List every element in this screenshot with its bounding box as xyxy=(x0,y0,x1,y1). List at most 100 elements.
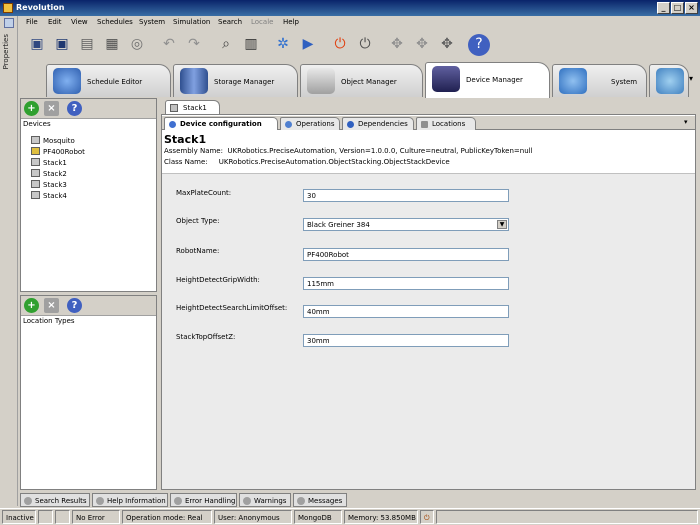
power-icon[interactable]: ⏻ xyxy=(354,33,376,57)
robotname-input[interactable] xyxy=(303,248,509,261)
height-detect-grip-width-input[interactable] xyxy=(303,277,509,290)
tree-item-pf400robot[interactable]: PF400Robot xyxy=(31,147,85,158)
field-label-height-detect-search-limit-offset: HeightDetectSearchLimitOffset: xyxy=(176,304,288,312)
menu-locale[interactable]: Locale xyxy=(251,18,273,26)
tab-system[interactable]: System xyxy=(552,64,647,97)
status-light-icon xyxy=(55,510,70,524)
remove-device-button[interactable]: × xyxy=(44,101,59,116)
device-icon xyxy=(31,180,40,188)
save-all-icon[interactable]: ▣ xyxy=(51,33,73,57)
barcode-icon[interactable]: ▥ xyxy=(240,33,262,57)
device-icon xyxy=(31,169,40,177)
title-bar: Revolution _ □ × xyxy=(0,0,700,16)
menu-file[interactable]: File xyxy=(26,18,38,26)
tab-storage-manager[interactable]: Storage Manager xyxy=(173,64,298,97)
status-mode: Operation mode: Real xyxy=(122,510,212,524)
tab-overflow-icon[interactable]: ▾ xyxy=(689,74,693,83)
window-title: Revolution xyxy=(16,3,65,12)
tab-error-handling[interactable]: Error Handling xyxy=(170,493,237,507)
stack-top-offset-z-input[interactable] xyxy=(303,334,509,347)
location-help-button[interactable]: ? xyxy=(67,298,82,313)
search-icon xyxy=(24,497,32,505)
help-icon[interactable]: ? xyxy=(468,34,490,56)
menu-search[interactable]: Search xyxy=(218,18,242,26)
tab-device-configuration[interactable]: Device configuration xyxy=(164,117,278,130)
storage-manager-icon xyxy=(180,68,208,94)
devices-help-button[interactable]: ? xyxy=(67,101,82,116)
tree-item-stack2[interactable]: Stack2 xyxy=(31,169,67,180)
dependencies-icon xyxy=(347,121,354,128)
system-icon xyxy=(559,68,587,94)
menu-help[interactable]: Help xyxy=(283,18,299,26)
menu-schedules[interactable]: Schedules xyxy=(97,18,133,26)
tab-operations[interactable]: Operations xyxy=(280,117,340,130)
height-detect-search-limit-offset-input[interactable] xyxy=(303,305,509,318)
error-icon xyxy=(174,497,182,505)
config-tabs: Device configuration Operations Dependen… xyxy=(162,116,695,130)
tree-item-mosquito[interactable]: Mosquito xyxy=(31,136,75,147)
chevron-down-icon[interactable]: ▼ xyxy=(497,220,507,229)
module-tabs: Schedule Editor Storage Manager Object M… xyxy=(18,62,700,98)
field-label-height-detect-grip-width: HeightDetectGripWidth: xyxy=(176,276,260,284)
tab-more[interactable] xyxy=(649,64,689,97)
move3-icon[interactable]: ✥ xyxy=(436,33,458,57)
tab-messages[interactable]: Messages xyxy=(293,493,347,507)
status-empty xyxy=(436,510,698,524)
location-types-panel: + × ? Location Types xyxy=(20,295,157,490)
assembly-name: Assembly Name: UKRobotics.PreciseAutomat… xyxy=(164,147,533,155)
tab-dependencies[interactable]: Dependencies xyxy=(342,117,414,130)
tree-item-stack4[interactable]: Stack4 xyxy=(31,191,67,202)
device-editor: Stack1 Device configuration Operations D… xyxy=(160,100,697,490)
move2-icon[interactable]: ✥ xyxy=(411,33,433,57)
stop-icon[interactable]: ⏻ xyxy=(329,33,351,57)
device-manager-icon xyxy=(432,66,460,92)
add-device-button[interactable]: + xyxy=(24,101,39,116)
print-preview-icon[interactable]: ◎ xyxy=(126,33,148,57)
tab-device-manager[interactable]: Device Manager xyxy=(425,62,550,98)
print-icon[interactable]: ▦ xyxy=(101,33,123,57)
properties-icon xyxy=(4,18,14,28)
maxplatecount-input[interactable] xyxy=(303,189,509,202)
menu-view[interactable]: View xyxy=(71,18,88,26)
tab-schedule-editor[interactable]: Schedule Editor xyxy=(46,64,171,97)
power-icon[interactable]: ⏻ xyxy=(420,510,434,524)
maximize-button[interactable]: □ xyxy=(671,2,684,14)
app-icon xyxy=(3,3,13,13)
play-icon[interactable]: ▶ xyxy=(297,33,319,57)
tab-locations[interactable]: Locations xyxy=(416,117,476,130)
move-icon[interactable]: ✥ xyxy=(386,33,408,57)
save-icon[interactable]: ▣ xyxy=(26,33,48,57)
tab-help-information[interactable]: Help Information xyxy=(92,493,168,507)
object-manager-icon xyxy=(307,68,335,94)
tree-item-stack3[interactable]: Stack3 xyxy=(31,180,67,191)
devices-panel: + × ? Devices Mosquito PF400Robot Stack1… xyxy=(20,98,157,292)
tab-stack1-document[interactable]: Stack1 xyxy=(165,100,220,114)
run-icon[interactable]: ✲ xyxy=(272,33,294,57)
properties-strip[interactable]: Properties xyxy=(0,16,18,506)
tab-object-manager[interactable]: Object Manager xyxy=(300,64,423,97)
close-button[interactable]: × xyxy=(685,2,698,14)
device-icon xyxy=(31,158,40,166)
help-icon xyxy=(96,497,104,505)
locations-icon xyxy=(421,121,428,128)
search-icon[interactable]: ⌕ xyxy=(215,33,237,57)
undo-icon[interactable]: ↶ xyxy=(158,33,180,57)
object-type-select[interactable]: Black Greiner 384 ▼ xyxy=(303,218,509,231)
class-name: Class Name: UKRobotics.PreciseAutomation… xyxy=(164,158,450,166)
device-icon xyxy=(31,136,40,144)
tab-warnings[interactable]: Warnings xyxy=(239,493,291,507)
remove-location-button[interactable]: × xyxy=(44,298,59,313)
configuration-form: MaxPlateCount: Object Type: Black Greine… xyxy=(162,173,695,489)
device-icon xyxy=(170,104,178,112)
menu-simulation[interactable]: Simulation xyxy=(173,18,210,26)
subtabs-overflow-icon[interactable]: ▾ xyxy=(684,118,688,126)
tree-item-stack1[interactable]: Stack1 xyxy=(31,158,67,169)
menu-system[interactable]: System xyxy=(139,18,165,26)
devices-toolbar: + × ? xyxy=(21,99,156,119)
menu-edit[interactable]: Edit xyxy=(48,18,62,26)
redo-icon[interactable]: ↷ xyxy=(183,33,205,57)
tab-search-results[interactable]: Search Results xyxy=(20,493,90,507)
add-location-button[interactable]: + xyxy=(24,298,39,313)
folder-icon[interactable]: ▤ xyxy=(76,33,98,57)
minimize-button[interactable]: _ xyxy=(657,2,670,14)
